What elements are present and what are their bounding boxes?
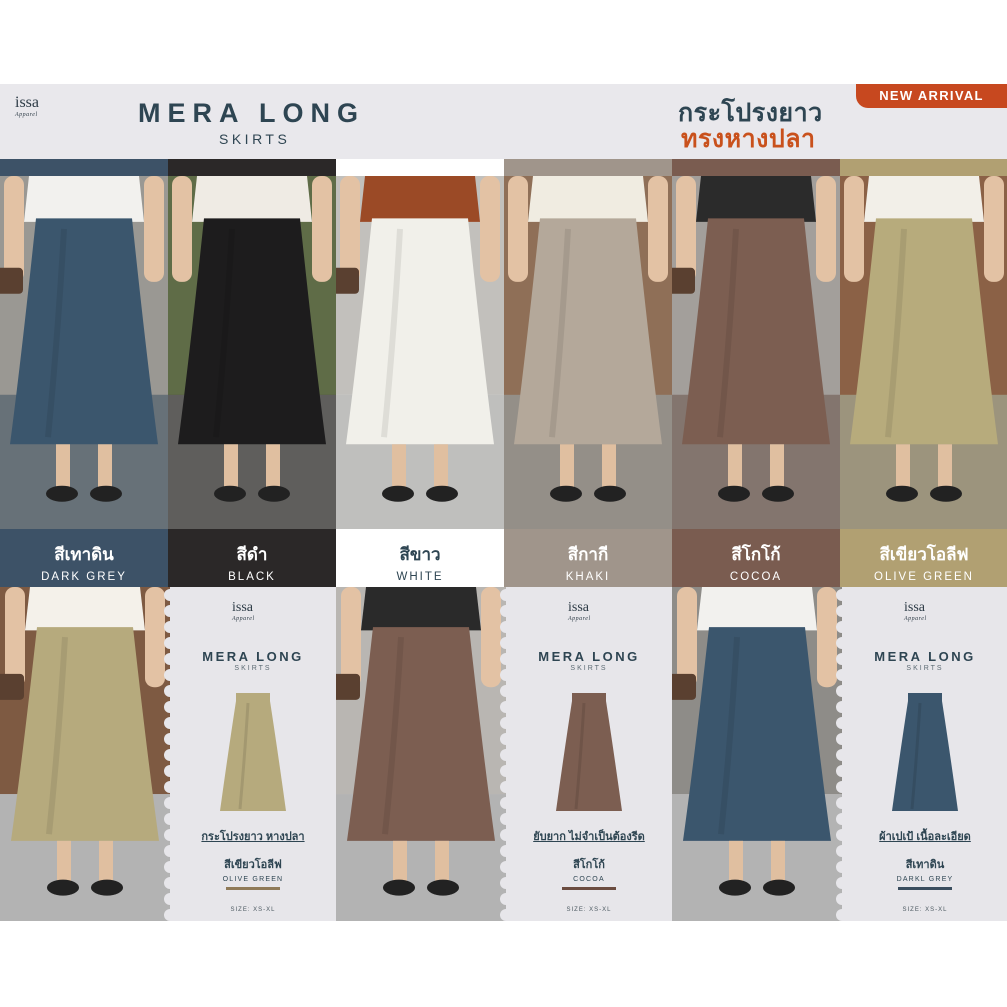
swatch-thai-name: สีกากี: [567, 545, 609, 564]
brand-logo: issa Apparel: [15, 94, 39, 119]
skirt-product-image: [220, 693, 286, 811]
card-subtitle: SKIRTS: [906, 665, 944, 672]
product-card: issa Apparel MERA LONG SKIRTS ผ้าเปเป้ เนื้อ…: [836, 587, 1007, 921]
card-subtitle: SKIRTS: [234, 665, 272, 672]
product-card: issa Apparel MERA LONG SKIRTS ยับยาก ไม่จำเป…: [500, 587, 672, 921]
model-photo: [0, 587, 170, 921]
brand-tagline: Apparel: [15, 112, 38, 118]
model-photo: [672, 587, 842, 921]
skirt-product-image: [556, 693, 622, 811]
color-bar: [898, 887, 952, 890]
model-photo: [672, 176, 840, 529]
color-swatch-white[interactable]: สีขาว WHITE: [336, 159, 504, 587]
card-size-range: SIZE: XS-XL: [230, 907, 276, 913]
swatch-thai-name: สีเขียวโอลีฟ: [879, 545, 969, 564]
model-photo: [0, 176, 168, 529]
card-feature: ผ้าเปเป้ เนื้อละเอียด: [879, 831, 971, 843]
swatch-label: สีกากี KHAKI: [504, 529, 672, 587]
card-size-range: SIZE: XS-XL: [902, 907, 948, 913]
card-title: MERA LONG: [538, 649, 640, 664]
card-size-range: SIZE: XS-XL: [566, 907, 612, 913]
swatch-english-name: BLACK: [228, 571, 276, 583]
page-title: MERA LONG: [138, 98, 365, 128]
color-bar: [226, 887, 280, 890]
color-swatch-black[interactable]: สีดำ BLACK: [168, 159, 336, 587]
swatch-english-name: OLIVE GREEN: [874, 571, 974, 583]
swatch-thai-name: สีดำ: [236, 545, 268, 564]
swatch-label: สีขาว WHITE: [336, 529, 504, 587]
model-photo: [168, 176, 336, 529]
card-color-english: DARKL GREY: [896, 876, 954, 883]
swatch-thai-name: สีเทาดิน: [54, 545, 114, 564]
card-color-thai: สีโกโก้: [573, 859, 605, 871]
color-swatch-cocoa[interactable]: สีโกโก้ COCOA: [672, 159, 840, 587]
swatch-english-name: WHITE: [396, 571, 444, 583]
product-panel[interactable]: issa Apparel MERA LONG SKIRTS ยับยาก ไม่จำเป…: [336, 587, 672, 921]
card-brand-logo: issa Apparel: [568, 600, 591, 623]
color-swatch-olive-green[interactable]: สีเขียวโอลีฟ OLIVE GREEN: [840, 159, 1007, 587]
card-color-thai: สีเขียวโอลีฟ: [224, 859, 282, 871]
product-card: issa Apparel MERA LONG SKIRTS กระโปรงยาว หาง…: [164, 587, 336, 921]
swatch-label: สีเขียวโอลีฟ OLIVE GREEN: [840, 529, 1007, 587]
model-photo: [840, 176, 1007, 529]
swatch-label: สีเทาดิน DARK GREY: [0, 529, 168, 587]
brand-name: issa: [15, 94, 39, 111]
thai-title-line2: ทรงหางปลา: [681, 125, 816, 153]
card-brand-logo: issa Apparel: [232, 600, 255, 623]
swatch-label: สีโกโก้ COCOA: [672, 529, 840, 587]
color-swatch-khaki[interactable]: สีกากี KHAKI: [504, 159, 672, 587]
color-swatch-dark-grey[interactable]: สีเทาดิน DARK GREY: [0, 159, 168, 587]
card-subtitle: SKIRTS: [570, 665, 608, 672]
card-color-english: OLIVE GREEN: [222, 876, 284, 883]
swatch-english-name: COCOA: [729, 571, 783, 583]
skirt-product-image: [892, 693, 958, 811]
card-brand-logo: issa Apparel: [904, 600, 927, 623]
product-panel[interactable]: issa Apparel MERA LONG SKIRTS ผ้าเปเป้ เนื้อ…: [672, 587, 1007, 921]
card-title: MERA LONG: [874, 649, 976, 664]
card-color-english: COCOA: [573, 876, 605, 883]
color-bar: [562, 887, 616, 890]
swatch-label: สีดำ BLACK: [168, 529, 336, 587]
new-arrival-badge[interactable]: NEW ARRIVAL: [856, 84, 1007, 108]
model-photo: [504, 176, 672, 529]
card-feature: กระโปรงยาว หางปลา: [201, 831, 305, 843]
page-subtitle: SKIRTS: [219, 131, 291, 147]
card-feature: ยับยาก ไม่จำเป็นต้องรีด: [533, 831, 645, 843]
card-color-thai: สีเทาดิน: [905, 859, 945, 871]
swatch-thai-name: สีโกโก้: [731, 545, 781, 564]
swatch-thai-name: สีขาว: [399, 545, 441, 564]
card-title: MERA LONG: [202, 649, 304, 664]
swatch-english-name: DARK GREY: [41, 571, 127, 583]
product-panel[interactable]: issa Apparel MERA LONG SKIRTS กระโปรงยาว หาง…: [0, 587, 336, 921]
model-photo: [336, 176, 504, 529]
model-photo: [336, 587, 506, 921]
swatch-english-name: KHAKI: [565, 571, 611, 583]
